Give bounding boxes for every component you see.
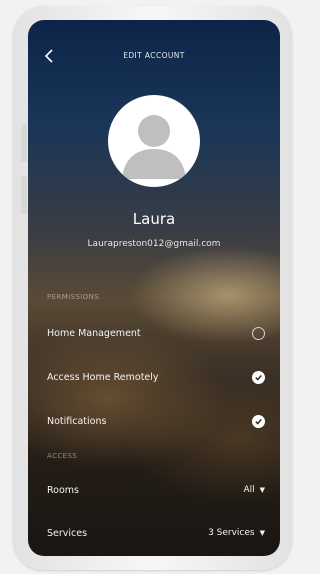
services-dropdown[interactable]: 3 Services ▼ [208, 528, 265, 538]
permission-label: Notifications [47, 415, 107, 427]
services-value: 3 Services [208, 528, 255, 538]
permission-home-management[interactable]: Home Management [47, 325, 265, 341]
permission-label: Home Management [47, 327, 141, 339]
services-label: Services [47, 527, 88, 539]
permission-label: Access Home Remotely [47, 371, 159, 383]
volume-up-button [21, 124, 27, 162]
user-email: Laurapreston012@gmail.com [87, 239, 221, 249]
rooms-dropdown[interactable]: All ▼ [243, 485, 265, 495]
user-name: Laura [132, 210, 176, 228]
rooms-value: All [243, 485, 255, 495]
page-title: EDIT ACCOUNT [123, 51, 185, 60]
person-icon [122, 115, 186, 179]
empty-circle-icon[interactable] [252, 326, 265, 340]
caret-down-icon: ▼ [259, 529, 265, 537]
check-circle-icon[interactable] [252, 370, 265, 384]
services-selector[interactable]: Services 3 Services ▼ [47, 525, 265, 541]
permissions-heading: PERMISSIONS [47, 293, 100, 301]
caret-down-icon: ▼ [259, 486, 265, 494]
rooms-selector[interactable]: Rooms All ▼ [47, 482, 265, 498]
avatar[interactable] [108, 95, 200, 187]
rooms-label: Rooms [47, 484, 80, 496]
volume-down-button [21, 176, 27, 214]
check-circle-icon[interactable] [252, 414, 265, 428]
app-screen: EDIT ACCOUNT Laura Laurapreston012@gmail… [28, 20, 280, 556]
access-heading: ACCESS [47, 452, 78, 460]
permission-notifications[interactable]: Notifications [47, 413, 265, 429]
permission-access-home-remotely[interactable]: Access Home Remotely [47, 369, 265, 385]
